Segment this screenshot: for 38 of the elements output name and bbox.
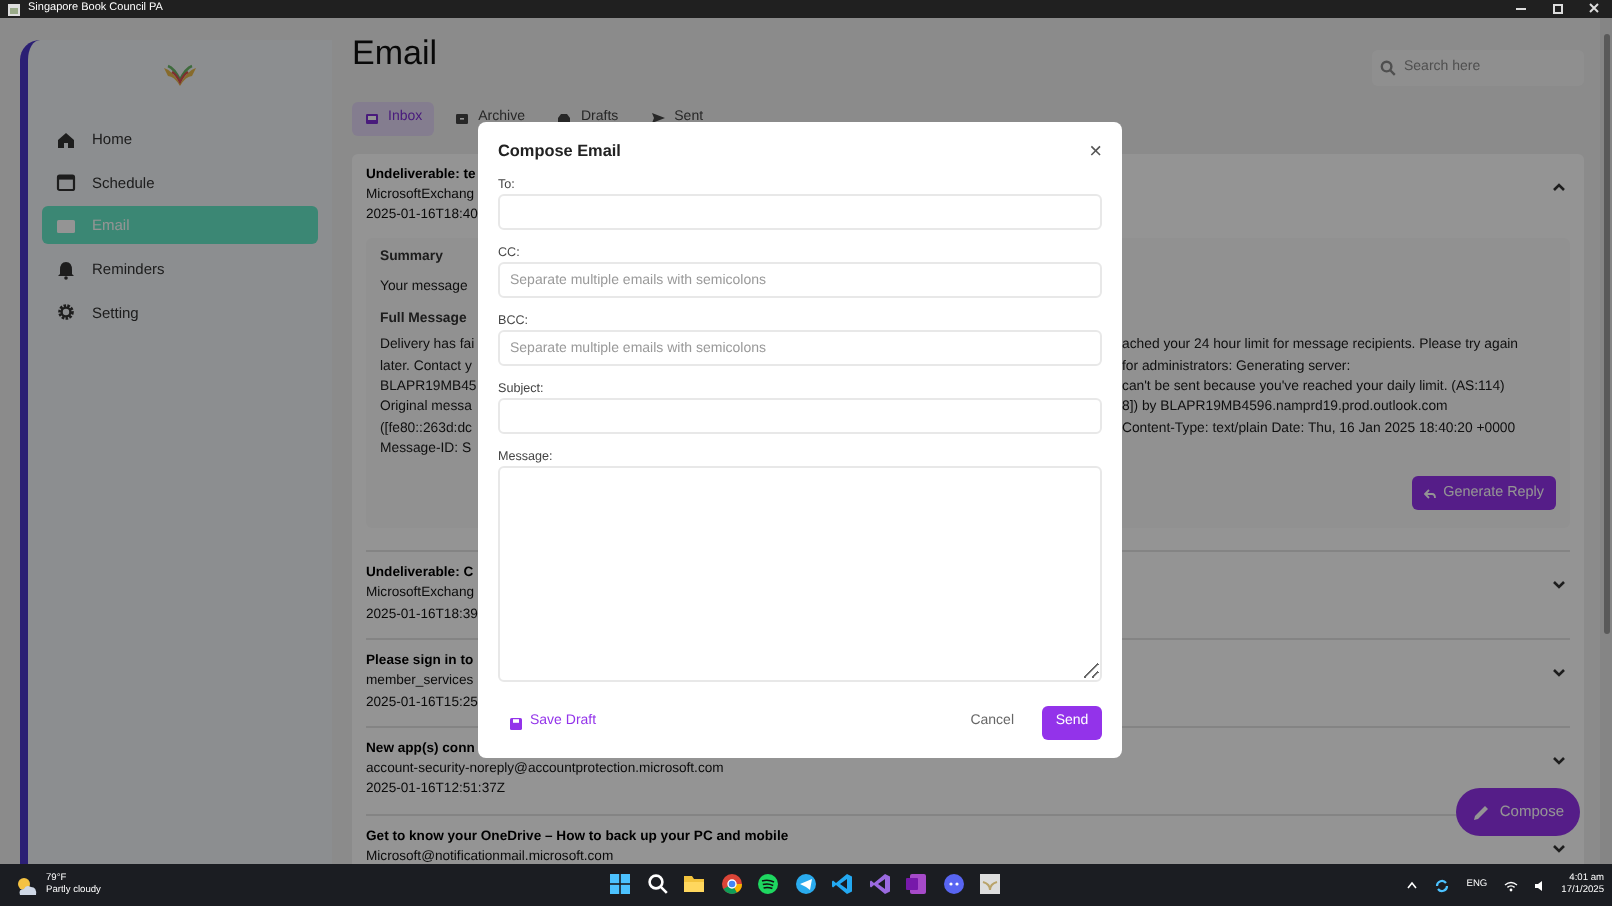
chat-app-icon[interactable] [941, 870, 965, 898]
sync-icon[interactable] [1434, 877, 1451, 893]
close-button[interactable]: × [1089, 142, 1102, 162]
calendar-icon [56, 172, 76, 193]
paper-plane-icon[interactable] [793, 870, 817, 898]
wifi-icon[interactable] [1503, 879, 1518, 891]
floppy-icon [510, 717, 522, 729]
bell-icon [56, 259, 76, 280]
app-icon[interactable] [978, 870, 1002, 898]
send-icon [650, 110, 667, 127]
weather-icon [16, 875, 38, 895]
start-icon[interactable] [608, 870, 632, 898]
dialog-title: Compose Email [498, 142, 621, 162]
search-icon [1380, 60, 1396, 76]
message-field[interactable] [498, 466, 1102, 682]
gear-icon [56, 302, 76, 323]
archive-icon [454, 110, 471, 127]
chevron-down-icon[interactable] [1552, 667, 1566, 678]
chevron-up-icon[interactable] [1552, 181, 1566, 191]
music-app-icon[interactable] [756, 870, 780, 898]
app-icon [8, 3, 20, 15]
speaker-icon[interactable] [1533, 879, 1546, 891]
browser-icon[interactable] [719, 870, 743, 898]
chevron-down-icon[interactable] [1552, 755, 1566, 766]
folder-icon[interactable] [682, 870, 706, 898]
ide-icon[interactable] [867, 870, 891, 898]
chevron-down-icon[interactable] [1552, 580, 1566, 591]
code-editor-icon[interactable] [830, 870, 854, 898]
home-icon [56, 129, 76, 149]
reply-icon [1423, 487, 1436, 500]
envelope-icon [56, 215, 76, 236]
notebook-icon[interactable] [904, 870, 928, 898]
logo-icon [162, 64, 198, 88]
pencil-icon [1471, 803, 1490, 821]
chevron-down-icon[interactable] [1552, 843, 1566, 854]
page-title: Email [352, 34, 438, 75]
inbox-icon [364, 110, 380, 127]
search-icon[interactable] [645, 870, 669, 898]
